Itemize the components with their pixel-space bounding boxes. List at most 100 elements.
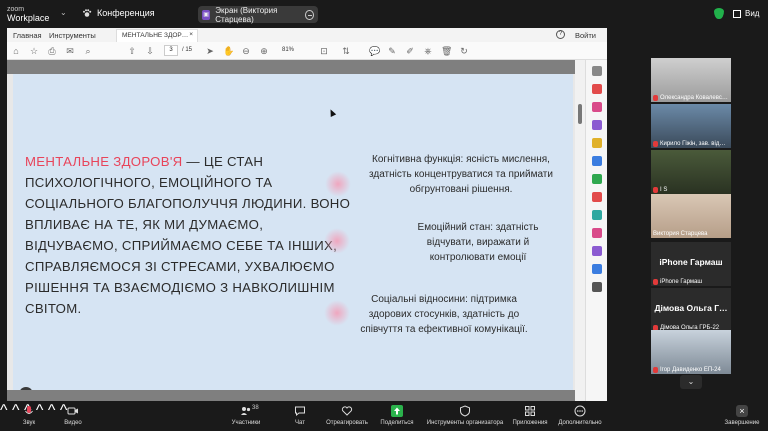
chat-label: Чат (295, 420, 305, 426)
more-label: Дополнительно (558, 420, 602, 426)
stamp-icon[interactable]: ⎈ (423, 46, 433, 56)
participant-tile[interactable]: I S (651, 150, 731, 194)
tab-document[interactable]: МЕНТАЛЬНЕ ЗДОР… × (116, 29, 198, 42)
organize-icon[interactable] (592, 174, 602, 184)
participant-tile[interactable]: iPhone Гармаш iPhone Гармаш (651, 242, 731, 286)
minimize-icon[interactable] (305, 9, 314, 20)
redact-icon[interactable] (592, 192, 602, 202)
screen-share-indicator[interactable]: ▣ Экран (Виктория Старцева) (198, 6, 318, 24)
page-down-icon[interactable]: ⇩ (145, 46, 155, 56)
note-cognitive: Когнітивна функція: ясність мислення, зд… (369, 154, 553, 195)
muted-mic-icon (653, 187, 658, 193)
view-button[interactable]: Вид (733, 9, 759, 18)
compress-icon[interactable] (592, 264, 602, 274)
main-definition-body: — ЦЕ СТАН ПСИХОЛОГІЧНОГО, ЕМОЦІЙНОГО ТА … (25, 154, 351, 316)
audio-button[interactable]: Звук (14, 405, 44, 426)
zoom-in-icon[interactable]: ⊕ (259, 46, 269, 56)
end-meeting-button[interactable]: × Завершение (720, 405, 764, 426)
home-icon[interactable]: ⌂ (11, 46, 21, 56)
viewer-menu-bar: Главная Инструменты МЕНТАЛЬНЕ ЗДОР… × ? … (7, 28, 607, 42)
zoom-workplace-logo: zoom Workplace (7, 5, 49, 23)
rotate-icon[interactable]: ↻ (459, 46, 469, 56)
heart-icon (341, 405, 353, 417)
apps-label: Приложения (512, 420, 548, 426)
apps-button[interactable]: Приложения (510, 405, 550, 426)
video-button[interactable]: Видео (58, 405, 88, 426)
search-icon[interactable]: ⌕ (83, 46, 93, 56)
participant-name: Ігор Давиденко ЕП-24 (653, 367, 721, 373)
participants-button[interactable]: Участники (224, 405, 268, 426)
participant-name: Кирило Гіжін, зав. від… (653, 141, 725, 147)
delete-icon[interactable]: 🗑 (441, 46, 452, 56)
send-icon[interactable] (592, 246, 602, 256)
menu-tools[interactable]: Инструменты (49, 31, 96, 40)
share-screen-button[interactable]: Поделиться (378, 405, 416, 426)
sign-in-link[interactable]: Войти (575, 31, 596, 40)
chat-icon (294, 405, 306, 417)
export-pdf-icon[interactable] (592, 84, 602, 94)
video-label: Видео (64, 420, 82, 426)
muted-mic-icon (653, 367, 658, 373)
more-tools-icon[interactable] (592, 282, 602, 292)
chevron-down-icon[interactable]: ⌄ (60, 8, 67, 17)
chat-button[interactable]: Чат (288, 405, 312, 426)
audio-label: Звук (22, 420, 36, 426)
highlight-icon[interactable]: ✎ (387, 46, 397, 56)
close-tab-icon[interactable]: × (189, 31, 193, 38)
react-button[interactable]: Отреагировать (324, 405, 370, 426)
pink-bullet-2 (324, 228, 350, 254)
chevron-down-icon[interactable]: ⌄ (680, 375, 702, 389)
security-shield-icon[interactable] (714, 8, 724, 19)
participant-tile[interactable]: Кирило Гіжін, зав. від… (651, 104, 731, 148)
comment-tool-icon[interactable] (592, 138, 602, 148)
end-label: Завершение (724, 420, 760, 426)
microphone-icon (23, 405, 35, 417)
select-cursor-icon[interactable]: ➤ (205, 46, 215, 56)
page-number-input[interactable]: 3 (164, 45, 178, 56)
fit-page-icon[interactable]: ⊡ (319, 46, 329, 56)
meeting-controls: Звук ^ Видео ^ Участники 38 ^ Чат ^ Отре… (0, 402, 768, 431)
protect-icon[interactable] (592, 210, 602, 220)
muted-mic-icon (653, 279, 658, 285)
viewer-toolbar: ⌂ ☆ ⎙ ✉ ⌕ ⇧ ⇩ 3 / 15 ➤ ✋ ⊖ ⊕ 81% ⊡ ⇅ 💬 ✎… (7, 42, 607, 60)
zoom-level-select[interactable]: 81% (279, 45, 315, 56)
mail-icon[interactable]: ✉ (65, 46, 75, 56)
participant-tile[interactable]: Дімова Ольга Г… Дімова Ольга ГРБ-22 (651, 288, 731, 332)
meeting-info-button[interactable]: Конференция (82, 8, 155, 18)
paw-icon (82, 8, 92, 18)
comment-icon[interactable]: 💬 (369, 46, 380, 56)
apps-grid-icon (524, 405, 536, 417)
vertical-scrollbar[interactable] (575, 60, 585, 401)
participant-tile[interactable]: Олександра Ковалевс… (651, 58, 731, 102)
search-tool-icon[interactable] (592, 66, 602, 76)
bookmark-icon[interactable]: ☆ (29, 46, 39, 56)
help-icon[interactable]: ? (556, 30, 565, 39)
participant-name: Виктория Старцева (653, 231, 708, 237)
share-options-caret[interactable]: ^ (48, 402, 56, 419)
host-tools-label: Инструменты организатора (426, 420, 504, 426)
note-emotional: Емоційний стан: здатність відчувати, вир… (417, 222, 539, 263)
scroll-mode-icon[interactable]: ⇅ (341, 46, 351, 56)
host-tools-button[interactable]: Инструменты организатора (424, 405, 506, 426)
combine-icon[interactable] (592, 156, 602, 166)
menu-home[interactable]: Главная (13, 31, 42, 40)
shield-icon (459, 405, 471, 417)
print-icon[interactable]: ⎙ (47, 46, 57, 56)
hand-tool-icon[interactable]: ✋ (223, 46, 234, 56)
more-button[interactable]: Дополнительно (556, 405, 604, 426)
edit-pdf-icon[interactable] (592, 120, 602, 130)
page-up-icon[interactable]: ⇧ (127, 46, 137, 56)
participant-tile[interactable]: Ігор Давиденко ЕП-24 (651, 330, 731, 374)
create-pdf-icon[interactable] (592, 102, 602, 112)
people-icon (240, 405, 252, 417)
participant-display-name: iPhone Гармаш (659, 257, 723, 267)
fill-sign-icon[interactable] (592, 228, 602, 238)
page-total: / 15 (182, 47, 193, 53)
meeting-label: Конференция (97, 8, 155, 18)
scroll-thumb[interactable] (578, 104, 582, 124)
zoom-out-icon[interactable]: ⊖ (241, 46, 251, 56)
audio-options-caret[interactable]: ^ (0, 402, 8, 419)
slide-page: МЕНТАЛЬНЕ ЗДОРОВ'Я — ЦЕ СТАН ПСИХОЛОГІЧН… (13, 74, 573, 390)
participant-tile-active-speaker[interactable]: Виктория Старцева (651, 194, 731, 238)
draw-icon[interactable]: ✐ (405, 46, 415, 56)
